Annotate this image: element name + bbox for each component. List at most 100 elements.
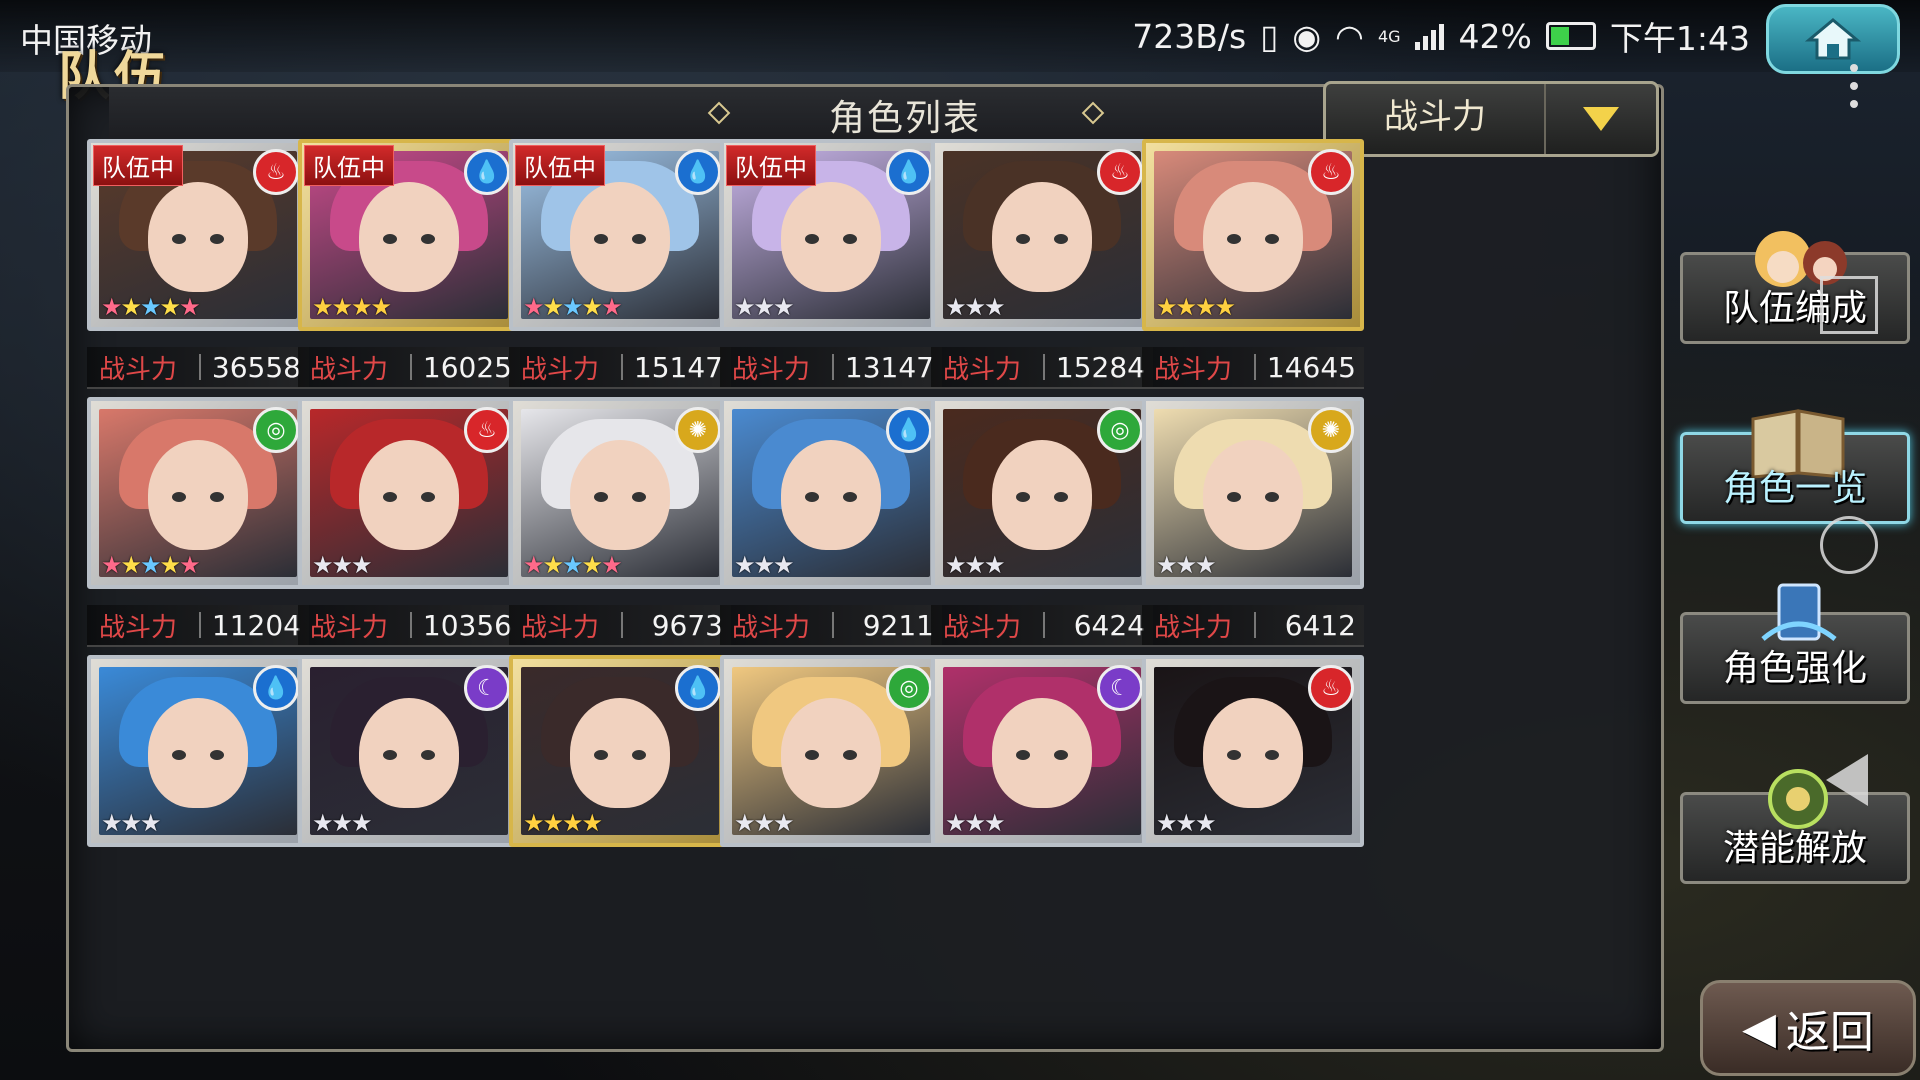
star-icon: ★ [120,809,142,837]
net-speed: 723B/s [1132,16,1247,56]
more-menu-icon[interactable] [1850,64,1858,118]
rarity-stars: ★★★ [734,293,794,321]
star-icon: ★ [734,809,755,837]
character-eye [172,750,186,761]
character-eye [632,234,646,245]
rarity-stars: ★★★ [734,551,794,579]
star-icon: ★ [964,809,986,837]
star-icon: ★ [753,809,775,837]
character-face [570,697,670,808]
character-portrait[interactable]: ♨ ★★★★ [1142,139,1364,331]
sort-dropdown[interactable]: 战斗力 [1323,81,1659,157]
home-button[interactable] [1766,4,1900,74]
character-portrait[interactable]: 💧 ★★★ [720,397,942,589]
character-face [570,439,670,550]
wind-element-icon: ◎ [886,665,932,711]
character-portrait[interactable]: 💧 ★★★★ [509,655,731,847]
character-portrait[interactable]: ◎ ★★★ [931,397,1153,589]
character-eye [421,750,435,761]
rarity-stars: ★★★★ [1156,293,1236,321]
side-menu-label: 角色一览 [1722,468,1867,509]
character-portrait[interactable]: 💧 ★★★ [87,655,309,847]
character-eye [172,234,186,245]
back-triangle-icon[interactable] [1826,754,1868,806]
character-eye [805,492,819,503]
character-portrait[interactable]: 队伍中 💧 ★★★★ [298,139,520,331]
return-button[interactable]: ◀ 返回 [1700,980,1916,1076]
power-value: 36558 [211,350,301,384]
character-eye [1054,750,1068,761]
side-menu-character-enhance[interactable]: 角色强化 [1680,583,1910,704]
power-label: 战斗力 [1154,612,1233,643]
character-portrait[interactable]: ♨ ★★★ [298,397,520,589]
character-portrait[interactable]: 队伍中 ♨ ★★★★★ [87,139,309,331]
star-icon: ★ [159,293,181,321]
character-portrait[interactable]: ♨ ★★★ [1142,655,1364,847]
side-menu-character-list[interactable]: 角色一览 [1680,409,1910,524]
character-eye [805,750,819,761]
in-team-badge: 队伍中 [726,145,816,186]
character-eye [1265,492,1279,503]
power-value: 10356 [422,608,512,642]
power-value: 6424 [1073,608,1145,642]
fire-element-icon: ♨ [1308,665,1354,711]
character-portrait[interactable]: 队伍中 💧 ★★★★★ [509,139,731,331]
star-icon: ★ [1195,809,1216,837]
rarity-stars: ★★★ [101,809,161,837]
rarity-stars: ★★★ [312,809,372,837]
home-circle-icon[interactable] [1820,516,1878,574]
star-icon: ★ [945,293,966,321]
signal-icon [1414,22,1445,50]
character-portrait[interactable]: ☾ ★★★ [298,655,520,847]
side-menu-potential-unlock[interactable]: 潜能解放 [1680,769,1910,884]
rarity-stars: ★★★ [945,293,1005,321]
character-eye [594,750,608,761]
recent-apps-icon[interactable] [1820,276,1878,334]
star-icon: ★ [120,293,142,321]
character-eye [843,750,857,761]
power-label: 战斗力 [99,354,178,385]
character-portrait[interactable]: ◎ ★★★★★ [87,397,309,589]
star-icon: ★ [734,551,755,579]
character-eye [1265,234,1279,245]
battery-icon [1545,22,1596,50]
character-portrait[interactable]: 队伍中 💧 ★★★ [720,139,942,331]
character-face [1203,697,1303,808]
dark-element-icon: ☾ [1097,665,1143,711]
character-face [359,697,459,808]
character-portrait[interactable]: ♨ ★★★ [931,139,1153,331]
power-label: 战斗力 [943,354,1022,385]
water-element-icon: 💧 [253,665,299,711]
character-eye [1227,234,1241,245]
star-icon: ★ [1214,293,1236,321]
star-icon: ★ [331,293,353,321]
power-value: 11204 [211,608,301,642]
dropdown-arrow-icon[interactable] [1546,107,1656,131]
power-row: 战斗力 6424 [931,605,1153,647]
character-list-panel: 角色列表 战斗力 队伍中 ♨ ★★★★★ 战斗力 36558 队伍中 💧 ★★★★ 战斗力 160… [66,81,1664,1052]
character-eye [421,492,435,503]
star-icon: ★ [753,551,775,579]
rarity-stars: ★★★★★ [523,551,623,579]
character-face [1203,181,1303,292]
panel-header: 角色列表 [109,87,1389,143]
power-value: 14645 [1266,350,1356,384]
star-icon: ★ [140,293,161,321]
character-face [781,439,881,550]
star-icon: ★ [542,809,564,837]
clock: 下午1:43 [1609,19,1750,58]
rarity-stars: ★★★ [945,809,1005,837]
star-icon: ★ [1175,809,1197,837]
rarity-stars: ★★★★★ [523,293,623,321]
character-portrait[interactable]: ◎ ★★★ [720,655,942,847]
character-portrait[interactable]: ✺ ★★★★★ [509,397,731,589]
character-portrait[interactable]: ☾ ★★★ [931,655,1153,847]
star-icon: ★ [773,551,794,579]
character-face [148,439,248,550]
star-icon: ★ [581,293,603,321]
character-portrait[interactable]: ✺ ★★★ [1142,397,1364,589]
character-face [992,697,1092,808]
eye-icon: ◉ [1292,16,1322,56]
star-icon: ★ [542,551,564,579]
network-type: 4G [1377,26,1401,46]
